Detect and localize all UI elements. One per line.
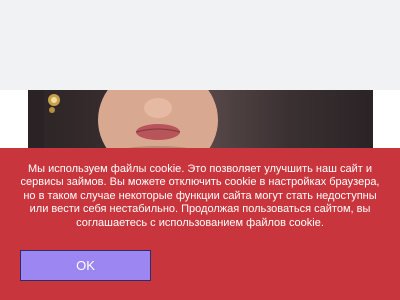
cookie-consent-message: Мы используем файлы cookie. Это позволяе… — [20, 163, 380, 229]
header-area — [0, 0, 400, 90]
page: Мы используем файлы cookie. Это позволяе… — [0, 0, 400, 300]
cookie-consent-banner: Мы используем файлы cookie. Это позволяе… — [0, 148, 400, 300]
accept-cookies-button[interactable]: OK — [20, 250, 151, 281]
hero-image — [28, 90, 373, 150]
hero-portrait-illustration — [28, 90, 218, 150]
